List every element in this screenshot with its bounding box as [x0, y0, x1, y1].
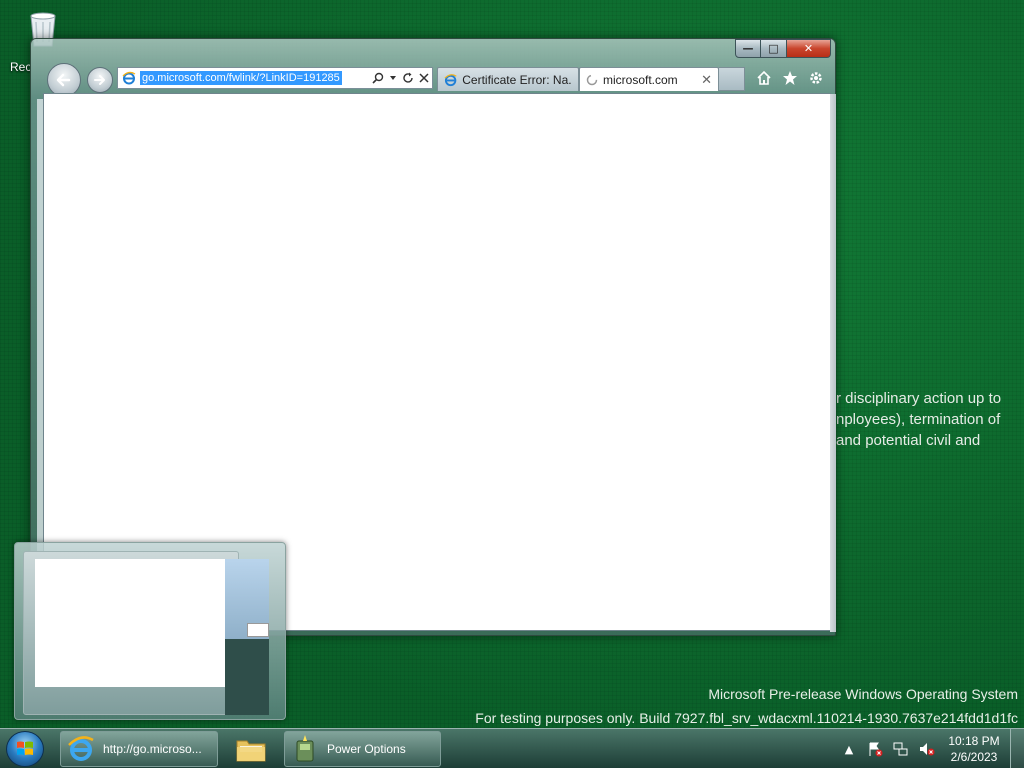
- action-center-flag-icon[interactable]: [866, 740, 884, 758]
- taskbar-power-options-button[interactable]: Power Options: [284, 731, 441, 767]
- home-icon[interactable]: [755, 69, 773, 87]
- loading-spinner-icon: [586, 74, 598, 85]
- network-icon[interactable]: [892, 740, 910, 758]
- taskbar-explorer-button[interactable]: [222, 731, 280, 767]
- close-button[interactable]: ✕: [787, 39, 831, 58]
- maximize-button[interactable]: □: [761, 39, 787, 58]
- favorites-star-icon[interactable]: [781, 69, 799, 87]
- minimize-button[interactable]: —: [735, 39, 761, 58]
- background-text-line: and potential civil and: [836, 432, 981, 449]
- taskbar-clock[interactable]: 10:18 PM 2/6/2023: [946, 733, 1002, 765]
- close-icon: ✕: [803, 42, 814, 55]
- dropdown-icon[interactable]: [389, 74, 397, 82]
- show-desktop-button[interactable]: [1010, 729, 1024, 768]
- taskbar: http://go.microso... Power Options ▲ 10:…: [0, 728, 1024, 768]
- watermark-line-2: For testing purposes only. Build 7927.fb…: [475, 710, 1018, 726]
- tab-label: microsoft.com: [603, 72, 678, 87]
- internet-explorer-icon: [68, 736, 94, 761]
- desktop-background-text: r disciplinary action up to nployees), t…: [836, 388, 1024, 451]
- start-button[interactable]: [6, 731, 44, 767]
- taskbar-internet-explorer-button[interactable]: http://go.microso...: [60, 731, 218, 767]
- system-tray: ▲: [840, 735, 936, 763]
- thumbnail-dark-area: [225, 639, 269, 715]
- thumbnail-box: [247, 623, 269, 637]
- address-tools: [372, 72, 432, 84]
- tab-certificate-error[interactable]: Certificate Error: Na...: [437, 67, 579, 91]
- volume-muted-icon[interactable]: [918, 740, 936, 758]
- clock-time: 10:18 PM: [948, 734, 1000, 748]
- new-tab-button[interactable]: [719, 67, 745, 91]
- ie-tab-icon: [444, 73, 457, 86]
- taskbar-button-label: http://go.microso...: [103, 742, 202, 756]
- folder-icon: [236, 740, 266, 762]
- show-hidden-icons-icon[interactable]: ▲: [840, 740, 858, 758]
- refresh-icon[interactable]: [402, 72, 414, 84]
- window-controls: — □ ✕: [735, 39, 831, 58]
- forward-button[interactable]: [87, 67, 113, 93]
- minimize-icon: —: [742, 42, 754, 55]
- back-button[interactable]: [47, 63, 81, 97]
- background-text-line: r disciplinary action up to: [836, 390, 1002, 407]
- background-text-line: nployees), termination of: [836, 411, 1001, 428]
- tab-label: Certificate Error: Na...: [462, 72, 572, 87]
- recycle-bin-label: Rec: [10, 60, 32, 74]
- taskbar-button-label: Power Options: [327, 742, 406, 756]
- back-arrow-icon: [56, 73, 71, 87]
- stop-icon[interactable]: [419, 73, 429, 83]
- windows-watermark: Microsoft Pre-release Windows Operating …: [475, 682, 1018, 730]
- command-icons: [755, 67, 825, 89]
- tab-microsoft[interactable]: microsoft.com ✕: [579, 67, 719, 91]
- vertical-scrollbar[interactable]: [830, 94, 836, 632]
- power-options-icon: [296, 735, 314, 762]
- thumbnail-page-content: [35, 559, 225, 687]
- maximize-icon: □: [768, 42, 779, 55]
- ie-logo-icon: [121, 70, 137, 86]
- windows-logo-icon: [17, 741, 33, 755]
- address-bar[interactable]: go.microsoft.com/fwlink/?LinkID=191285: [117, 67, 433, 89]
- taskbar-thumbnail-preview[interactable]: [14, 542, 286, 720]
- clock-date: 2/6/2023: [950, 750, 998, 764]
- search-icon[interactable]: [372, 72, 384, 84]
- tab-close-icon[interactable]: ✕: [701, 72, 712, 88]
- watermark-line-1: Microsoft Pre-release Windows Operating …: [708, 686, 1018, 702]
- gear-icon[interactable]: [807, 69, 825, 87]
- forward-arrow-icon: [94, 75, 105, 85]
- address-input[interactable]: go.microsoft.com/fwlink/?LinkID=191285: [140, 71, 342, 85]
